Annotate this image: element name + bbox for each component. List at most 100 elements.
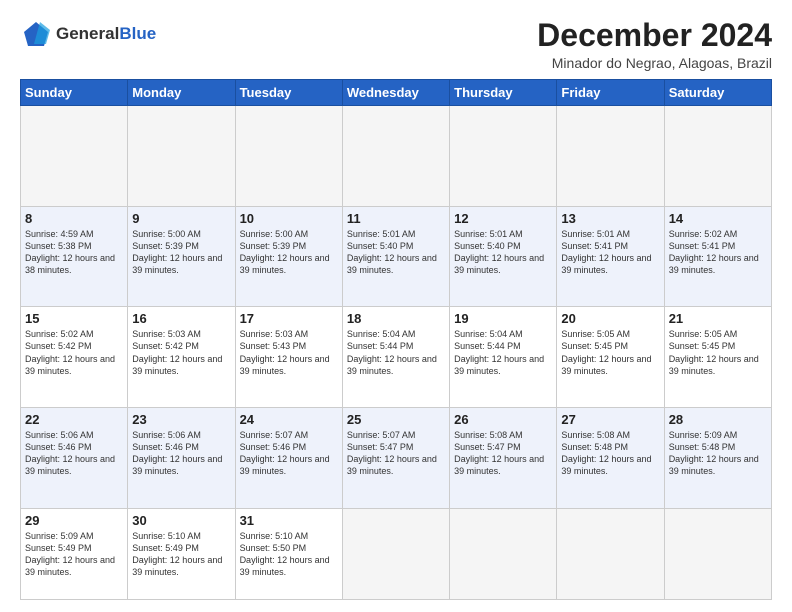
table-row: 28 Sunrise: 5:09 AMSunset: 5:48 PMDayligh…: [664, 407, 771, 508]
table-row: [128, 106, 235, 207]
table-row: 17 Sunrise: 5:03 AMSunset: 5:43 PMDayligh…: [235, 307, 342, 408]
calendar-week-row: 22 Sunrise: 5:06 AMSunset: 5:46 PMDayligh…: [21, 407, 772, 508]
day-info: Sunrise: 5:09 AMSunset: 5:49 PMDaylight:…: [25, 530, 123, 579]
day-number: 13: [561, 211, 659, 226]
day-info: Sunrise: 5:02 AMSunset: 5:42 PMDaylight:…: [25, 328, 123, 377]
table-row: 23Sunrise: 5:06 AMSunset: 5:46 PMDayligh…: [128, 407, 235, 508]
day-info: Sunrise: 5:08 AMSunset: 5:48 PMDaylight:…: [561, 429, 659, 478]
day-number: 25: [347, 412, 445, 427]
day-info: Sunrise: 5:02 AMSunset: 5:41 PMDaylight:…: [669, 228, 767, 277]
table-row: 12 Sunrise: 5:01 AMSunset: 5:40 PMDayligh…: [450, 206, 557, 307]
day-number: 16: [132, 311, 230, 326]
table-row: 15 Sunrise: 5:02 AMSunset: 5:42 PMDayligh…: [21, 307, 128, 408]
table-row: 27 Sunrise: 5:08 AMSunset: 5:48 PMDayligh…: [557, 407, 664, 508]
table-row: 30 Sunrise: 5:10 AMSunset: 5:49 PMDayligh…: [128, 508, 235, 600]
day-number: 17: [240, 311, 338, 326]
day-number: 20: [561, 311, 659, 326]
day-number: 24: [240, 412, 338, 427]
day-info: Sunrise: 5:01 AMSunset: 5:41 PMDaylight:…: [561, 228, 659, 277]
calendar-week-row: 29 Sunrise: 5:09 AMSunset: 5:49 PMDayligh…: [21, 508, 772, 600]
table-row: [664, 508, 771, 600]
day-info: Sunrise: 5:03 AMSunset: 5:42 PMDaylight:…: [132, 328, 230, 377]
table-row: 24 Sunrise: 5:07 AMSunset: 5:46 PMDayligh…: [235, 407, 342, 508]
day-number: 12: [454, 211, 552, 226]
table-row: [342, 106, 449, 207]
table-row: 21 Sunrise: 5:05 AMSunset: 5:45 PMDayligh…: [664, 307, 771, 408]
table-row: 16 Sunrise: 5:03 AMSunset: 5:42 PMDayligh…: [128, 307, 235, 408]
day-number: 14: [669, 211, 767, 226]
logo-blue: Blue: [119, 24, 156, 43]
day-number: 29: [25, 513, 123, 528]
table-row: 26Sunrise: 5:08 AMSunset: 5:47 PMDayligh…: [450, 407, 557, 508]
day-number: 28: [669, 412, 767, 427]
col-tuesday: Tuesday: [235, 80, 342, 106]
table-row: [664, 106, 771, 207]
table-row: [342, 508, 449, 600]
day-number: 19: [454, 311, 552, 326]
day-number: 21: [669, 311, 767, 326]
day-number: 22: [25, 412, 123, 427]
location: Minador do Negrao, Alagoas, Brazil: [537, 55, 772, 71]
table-row: [557, 106, 664, 207]
header: GeneralBlue December 2024 Minador do Neg…: [20, 18, 772, 71]
table-row: 11 Sunrise: 5:01 AMSunset: 5:40 PMDayligh…: [342, 206, 449, 307]
day-info: Sunrise: 5:01 AMSunset: 5:40 PMDaylight:…: [454, 228, 552, 277]
day-number: 27: [561, 412, 659, 427]
calendar-week-row: 8Sunrise: 4:59 AMSunset: 5:38 PMDaylight…: [21, 206, 772, 307]
day-info: Sunrise: 5:05 AMSunset: 5:45 PMDaylight:…: [669, 328, 767, 377]
table-row: 10Sunrise: 5:00 AMSunset: 5:39 PMDayligh…: [235, 206, 342, 307]
table-row: [21, 106, 128, 207]
calendar-header-row: Sunday Monday Tuesday Wednesday Thursday…: [21, 80, 772, 106]
day-info: Sunrise: 5:08 AMSunset: 5:47 PMDaylight:…: [454, 429, 552, 478]
table-row: 29 Sunrise: 5:09 AMSunset: 5:49 PMDayligh…: [21, 508, 128, 600]
page: GeneralBlue December 2024 Minador do Neg…: [0, 0, 792, 612]
calendar-week-row: 15 Sunrise: 5:02 AMSunset: 5:42 PMDayligh…: [21, 307, 772, 408]
logo-general: General: [56, 24, 119, 43]
table-row: [557, 508, 664, 600]
calendar-week-row: [21, 106, 772, 207]
day-number: 31: [240, 513, 338, 528]
day-info: Sunrise: 5:09 AMSunset: 5:48 PMDaylight:…: [669, 429, 767, 478]
logo: GeneralBlue: [20, 18, 156, 50]
day-info: Sunrise: 5:10 AMSunset: 5:49 PMDaylight:…: [132, 530, 230, 579]
table-row: 18 Sunrise: 5:04 AMSunset: 5:44 PMDayligh…: [342, 307, 449, 408]
table-row: 20 Sunrise: 5:05 AMSunset: 5:45 PMDayligh…: [557, 307, 664, 408]
col-monday: Monday: [128, 80, 235, 106]
day-info: Sunrise: 5:00 AMSunset: 5:39 PMDaylight:…: [240, 228, 338, 277]
col-thursday: Thursday: [450, 80, 557, 106]
col-saturday: Saturday: [664, 80, 771, 106]
table-row: 19 Sunrise: 5:04 AMSunset: 5:44 PMDayligh…: [450, 307, 557, 408]
day-number: 30: [132, 513, 230, 528]
table-row: [235, 106, 342, 207]
day-info: Sunrise: 5:04 AMSunset: 5:44 PMDaylight:…: [454, 328, 552, 377]
title-section: December 2024 Minador do Negrao, Alagoas…: [537, 18, 772, 71]
table-row: 25 Sunrise: 5:07 AMSunset: 5:47 PMDayligh…: [342, 407, 449, 508]
day-number: 18: [347, 311, 445, 326]
col-sunday: Sunday: [21, 80, 128, 106]
day-info: Sunrise: 5:01 AMSunset: 5:40 PMDaylight:…: [347, 228, 445, 277]
day-info: Sunrise: 5:06 AMSunset: 5:46 PMDaylight:…: [25, 429, 123, 478]
day-info: Sunrise: 5:04 AMSunset: 5:44 PMDaylight:…: [347, 328, 445, 377]
table-row: [450, 508, 557, 600]
day-number: 15: [25, 311, 123, 326]
day-info: Sunrise: 5:05 AMSunset: 5:45 PMDaylight:…: [561, 328, 659, 377]
table-row: [450, 106, 557, 207]
month-title: December 2024: [537, 18, 772, 53]
day-info: Sunrise: 5:00 AMSunset: 5:39 PMDaylight:…: [132, 228, 230, 277]
day-info: Sunrise: 4:59 AMSunset: 5:38 PMDaylight:…: [25, 228, 123, 277]
day-info: Sunrise: 5:07 AMSunset: 5:47 PMDaylight:…: [347, 429, 445, 478]
table-row: 22 Sunrise: 5:06 AMSunset: 5:46 PMDayligh…: [21, 407, 128, 508]
logo-icon: [20, 18, 52, 50]
table-row: 8Sunrise: 4:59 AMSunset: 5:38 PMDaylight…: [21, 206, 128, 307]
table-row: 13 Sunrise: 5:01 AMSunset: 5:41 PMDayligh…: [557, 206, 664, 307]
table-row: 14 Sunrise: 5:02 AMSunset: 5:41 PMDayligh…: [664, 206, 771, 307]
day-number: 9: [132, 211, 230, 226]
day-info: Sunrise: 5:03 AMSunset: 5:43 PMDaylight:…: [240, 328, 338, 377]
calendar-table: Sunday Monday Tuesday Wednesday Thursday…: [20, 79, 772, 600]
day-info: Sunrise: 5:07 AMSunset: 5:46 PMDaylight:…: [240, 429, 338, 478]
col-friday: Friday: [557, 80, 664, 106]
table-row: 31 Sunrise: 5:10 AMSunset: 5:50 PMDayligh…: [235, 508, 342, 600]
day-info: Sunrise: 5:10 AMSunset: 5:50 PMDaylight:…: [240, 530, 338, 579]
day-number: 11: [347, 211, 445, 226]
col-wednesday: Wednesday: [342, 80, 449, 106]
